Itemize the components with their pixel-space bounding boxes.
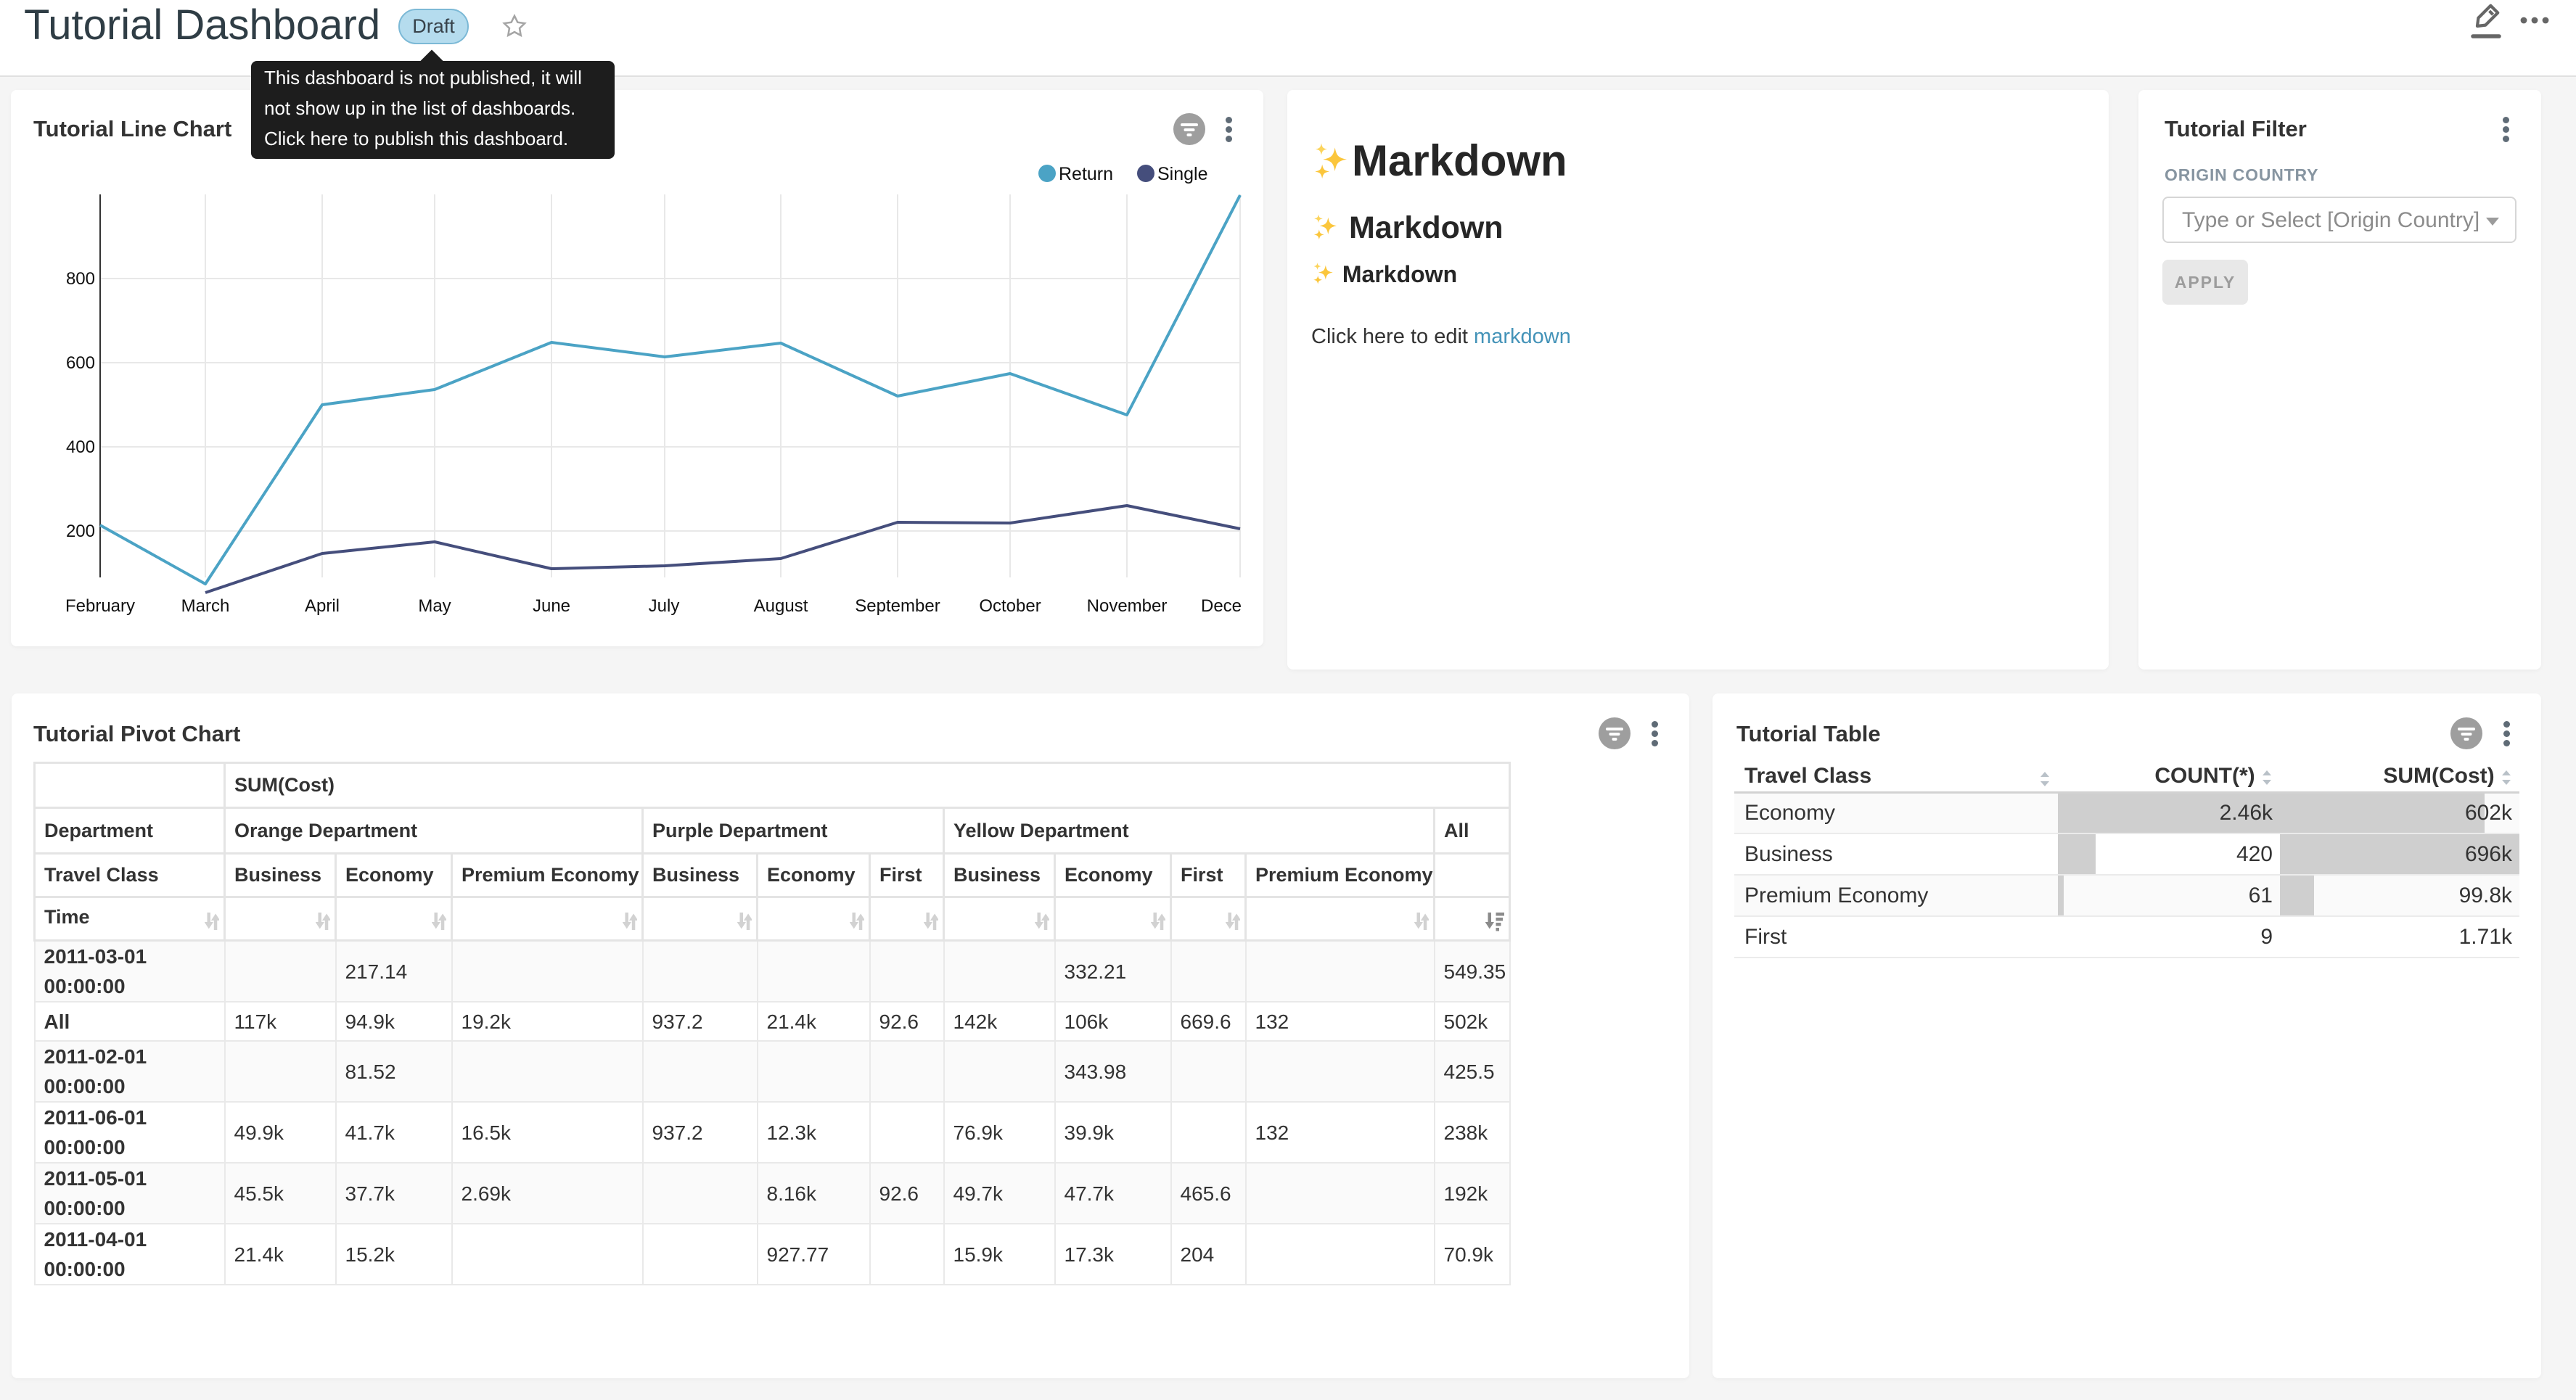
svg-text:June: June [533, 596, 570, 616]
svg-text:March: March [181, 596, 230, 616]
svg-text:400: 400 [66, 437, 95, 457]
svg-text:800: 800 [66, 269, 95, 289]
svg-text:Dece: Dece [1201, 596, 1242, 616]
svg-text:February: February [65, 596, 135, 616]
svg-text:Single: Single [1157, 164, 1208, 184]
svg-text:November: November [1087, 596, 1168, 616]
svg-text:April: April [305, 596, 340, 616]
svg-text:May: May [418, 596, 451, 616]
svg-text:Return: Return [1059, 164, 1113, 184]
svg-text:October: October [979, 596, 1041, 616]
svg-text:200: 200 [66, 522, 95, 541]
svg-text:September: September [855, 596, 940, 616]
svg-text:July: July [649, 596, 680, 616]
svg-text:August: August [754, 596, 808, 616]
svg-text:600: 600 [66, 353, 95, 373]
